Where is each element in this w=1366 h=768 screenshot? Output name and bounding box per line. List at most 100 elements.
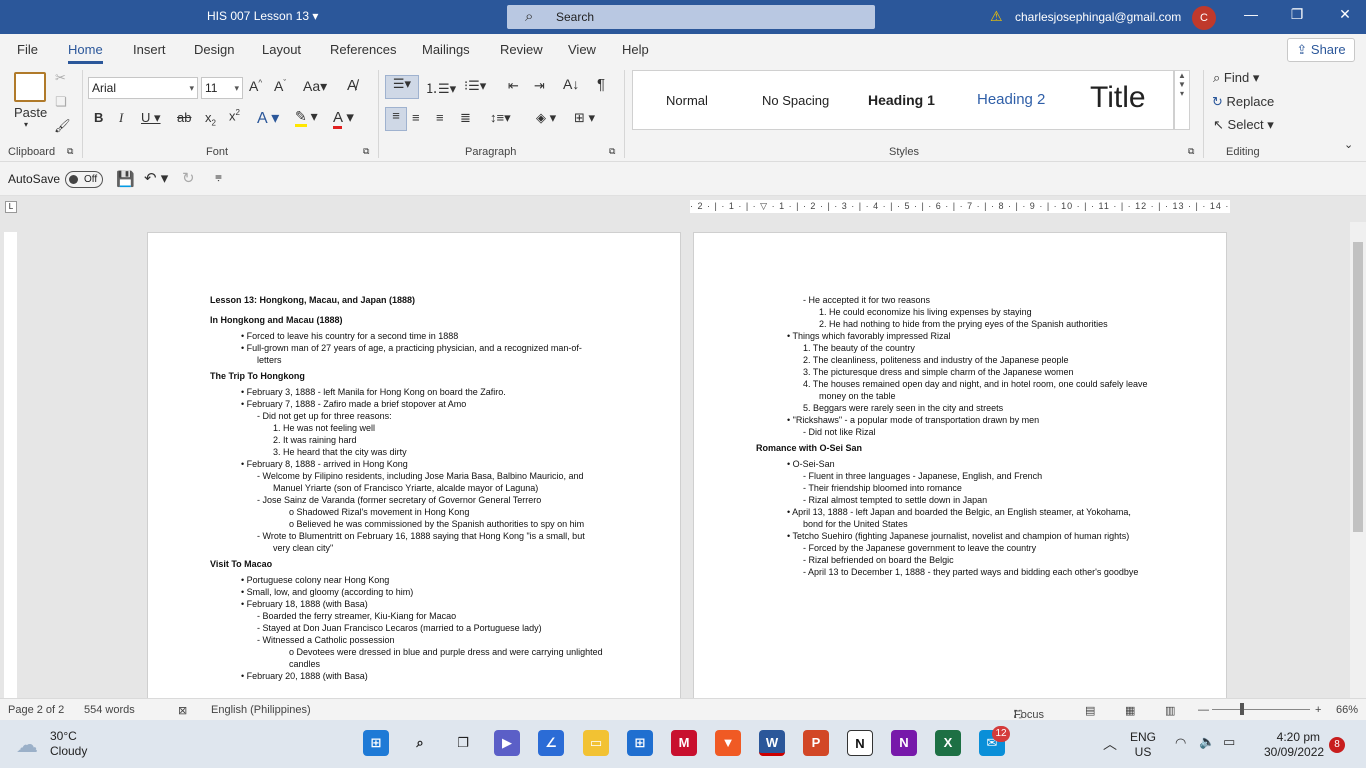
proofing-icon[interactable]: ⊠	[178, 704, 187, 717]
change-case-icon[interactable]: Aa▾	[303, 78, 327, 95]
document-heading[interactable]: In Hongkong and Macau (1888)	[210, 315, 343, 326]
document-line[interactable]: • April 13, 1888 - left Japan and boarde…	[787, 507, 1131, 518]
language-indicator[interactable]: ENG US	[1130, 730, 1156, 760]
document-line[interactable]: 1. The beauty of the country	[803, 343, 915, 354]
document-line[interactable]: letters	[257, 355, 282, 366]
tab-home[interactable]: Home	[68, 42, 103, 64]
numbering-icon[interactable]: ⒈☰▾	[425, 78, 456, 97]
windows-start-icon[interactable]: ⊞	[363, 730, 389, 756]
align-left-icon[interactable]: ≡	[385, 107, 407, 131]
avatar[interactable]: C	[1192, 6, 1216, 30]
scrollbar-thumb[interactable]	[1353, 242, 1363, 532]
tab-layout[interactable]: Layout	[262, 42, 301, 57]
document-line[interactable]: • February 7, 1888 - Zafiro made a brief…	[241, 399, 466, 410]
horizontal-ruler[interactable]: · 2 · | · 1 · | · ▽ · 1 · | · 2 · | · 3 …	[690, 200, 1230, 213]
warning-icon[interactable]: ⚠	[990, 8, 1003, 25]
document-line[interactable]: - Did not get up for three reasons:	[257, 411, 392, 422]
document-line[interactable]: • Small, low, and gloomy (according to h…	[241, 587, 413, 598]
document-line[interactable]: • Portuguese colony near Hong Kong	[241, 575, 389, 586]
onenote-icon[interactable]: N	[891, 730, 917, 756]
style-heading-2[interactable]: Heading 2	[977, 91, 1045, 108]
italic-icon[interactable]: I	[119, 110, 123, 126]
document-line[interactable]: money on the table	[819, 391, 896, 402]
document-line[interactable]: candles	[289, 659, 320, 670]
document-line[interactable]: o Believed he was commissioned by the Sp…	[289, 519, 584, 530]
strikethrough-icon[interactable]: ab	[177, 110, 191, 125]
document-line[interactable]: - He accepted it for two reasons	[803, 295, 930, 306]
clear-formatting-icon[interactable]: A̸	[347, 77, 357, 94]
document-line[interactable]: • O-Sei-San	[787, 459, 835, 470]
tab-selector-icon[interactable]: L	[5, 201, 17, 213]
styles-launcher-icon[interactable]: ⧉	[1188, 146, 1194, 157]
paragraph-launcher-icon[interactable]: ⧉	[609, 146, 615, 157]
brave-icon[interactable]: ▼	[715, 730, 741, 756]
style-no-spacing[interactable]: No Spacing	[762, 93, 829, 108]
document-line[interactable]: - Did not like Rizal	[803, 427, 876, 438]
document-line[interactable]: • Tetcho Suehiro (fighting Japanese jour…	[787, 531, 1129, 542]
text-effects-icon[interactable]: A ▾	[257, 108, 279, 128]
borders-icon[interactable]: ⊞ ▾	[574, 110, 595, 126]
document-line[interactable]: Manuel Yriarte (son of Francisco Yriarte…	[273, 483, 538, 494]
tab-references[interactable]: References	[330, 42, 396, 57]
document-line[interactable]: - Jose Sainz de Varanda (former secretar…	[257, 495, 541, 506]
vertical-ruler[interactable]	[4, 232, 17, 698]
tab-view[interactable]: View	[568, 42, 596, 57]
print-layout-icon[interactable]: ▦	[1125, 704, 1135, 717]
zoom-in-icon[interactable]: +	[1315, 704, 1321, 716]
tab-review[interactable]: Review	[500, 42, 543, 57]
task-view-icon[interactable]: ❐	[450, 730, 476, 756]
font-size-combo[interactable]: 11 ▾	[201, 77, 243, 99]
paste-icon[interactable]	[14, 72, 46, 102]
subscript-icon[interactable]: x2	[205, 110, 216, 128]
document-line[interactable]: o Devotees were dressed in blue and purp…	[289, 647, 603, 658]
zoom-out-icon[interactable]: —	[1198, 704, 1209, 716]
powerpoint-icon[interactable]: P	[803, 730, 829, 756]
document-line[interactable]: 3. The picturesque dress and simple char…	[803, 367, 1073, 378]
select-button[interactable]: ↖ Select ▾	[1213, 117, 1274, 133]
document-line[interactable]: bond for the United States	[803, 519, 908, 530]
document-line[interactable]: 1. He was not feeling well	[273, 423, 375, 434]
align-center-icon[interactable]: ≡	[412, 110, 420, 125]
document-line[interactable]: 2. It was raining hard	[273, 435, 357, 446]
document-heading[interactable]: The Trip To Hongkong	[210, 371, 305, 382]
word-icon[interactable]: W	[759, 730, 785, 756]
increase-indent-icon[interactable]: ⇥	[534, 78, 545, 94]
line-spacing-icon[interactable]: ↕≡▾	[490, 110, 511, 126]
tab-file[interactable]: File	[17, 42, 38, 57]
document-line[interactable]: • February 3, 1888 - left Manila for Hon…	[241, 387, 506, 398]
document-line[interactable]: 5. Beggars were rarely seen in the city …	[803, 403, 1003, 414]
document-line[interactable]: 1. He could economize his living expense…	[819, 307, 1032, 318]
save-icon[interactable]: 💾	[116, 170, 135, 188]
wifi-icon[interactable]: ◠	[1175, 735, 1186, 751]
notion-icon[interactable]: N	[847, 730, 873, 756]
document-line[interactable]: - Wrote to Blumentritt on February 16, 1…	[257, 531, 585, 542]
document-line[interactable]: - Stayed at Don Juan Francisco Lecaros (…	[257, 623, 542, 634]
document-line[interactable]: • February 20, 1888 (with Basa)	[241, 671, 368, 682]
undo-icon[interactable]: ↶ ▾	[144, 169, 168, 187]
document-line[interactable]: - Rizal befriended on board the Belgic	[803, 555, 954, 566]
excel-icon[interactable]: X	[935, 730, 961, 756]
file-explorer-icon[interactable]: ▭	[583, 730, 609, 756]
document-line[interactable]: • "Rickshaws" - a popular mode of transp…	[787, 415, 1039, 426]
clock[interactable]: 4:20 pm 30/09/2022	[1264, 730, 1324, 760]
document-heading[interactable]: Lesson 13: Hongkong, Macau, and Japan (1…	[210, 295, 415, 306]
battery-icon[interactable]: ▭	[1223, 734, 1235, 750]
document-line[interactable]: • Things which favorably impressed Rizal	[787, 331, 951, 342]
zoom-level[interactable]: 66%	[1336, 704, 1358, 716]
align-right-icon[interactable]: ≡	[436, 110, 444, 125]
document-heading[interactable]: Visit To Macao	[210, 559, 272, 570]
paste-button[interactable]: Paste	[14, 105, 47, 120]
redo-icon[interactable]: ↻	[182, 169, 195, 187]
tab-design[interactable]: Design	[194, 42, 234, 57]
document-line[interactable]: 2. He had nothing to hide from the pryin…	[819, 319, 1108, 330]
cut-icon[interactable]: ✂	[55, 70, 66, 86]
replace-button[interactable]: ↻ Replace	[1212, 94, 1274, 110]
style-heading-1[interactable]: Heading 1	[868, 92, 935, 108]
store-icon[interactable]: ⊞	[627, 730, 653, 756]
restore-icon[interactable]: ❐	[1282, 6, 1312, 23]
zoom-slider-thumb[interactable]	[1240, 703, 1244, 715]
document-line[interactable]: • Full-grown man of 27 years of age, a p…	[241, 343, 582, 354]
show-hidden-icons[interactable]: ︿	[1103, 734, 1117, 754]
show-formatting-icon[interactable]: ¶	[597, 76, 605, 93]
page-count[interactable]: Page 2 of 2	[8, 704, 64, 716]
